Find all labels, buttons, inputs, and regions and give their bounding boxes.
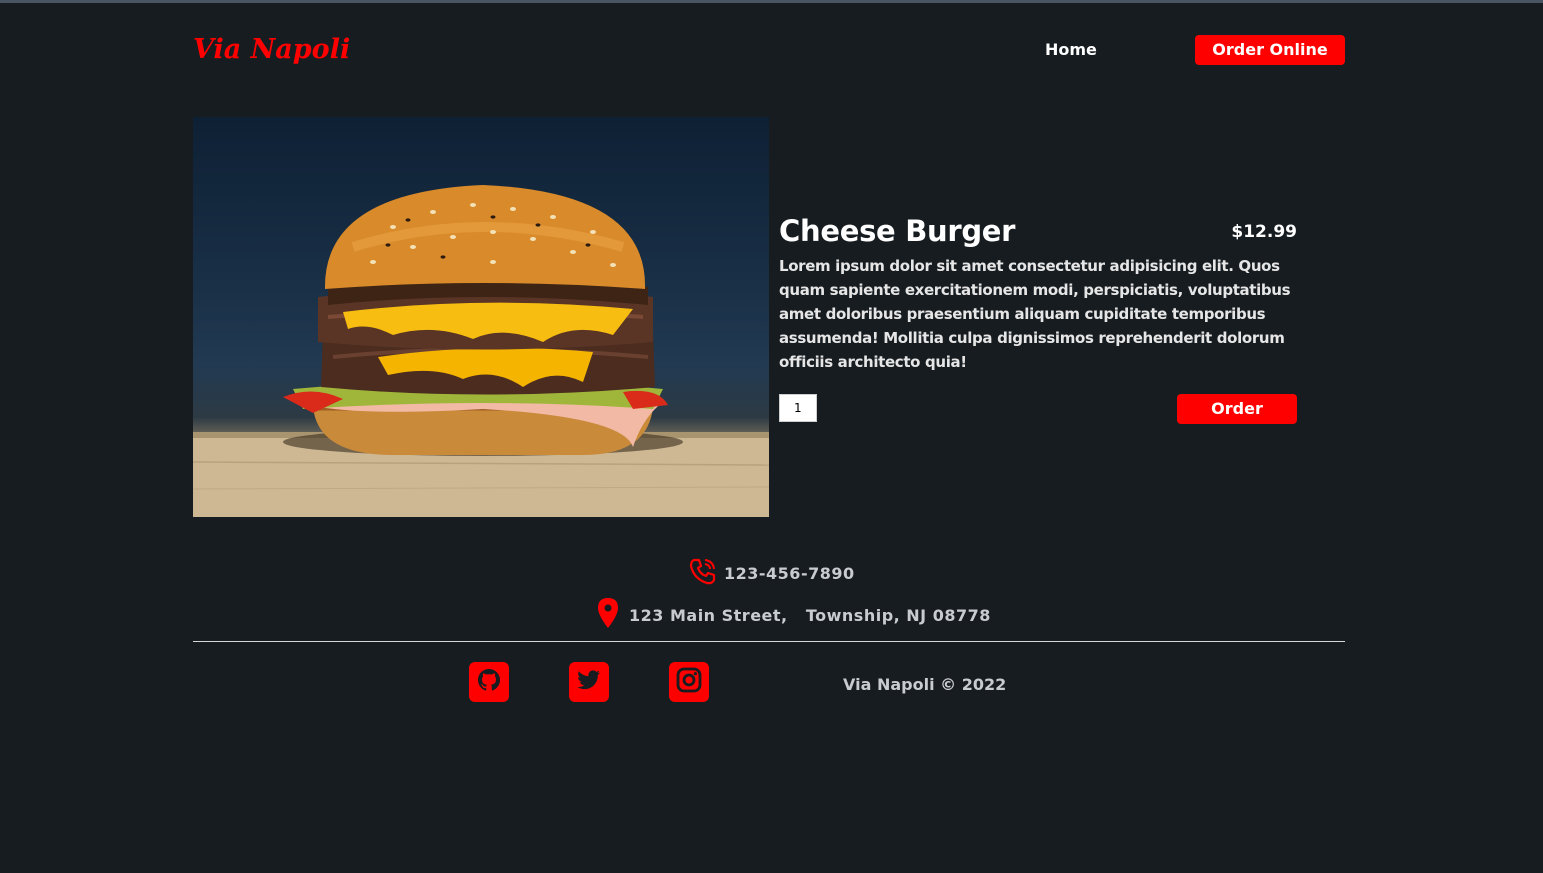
product-image	[193, 117, 769, 517]
location-pin-icon	[597, 597, 619, 634]
instagram-icon	[675, 666, 703, 699]
top-border	[0, 0, 1543, 3]
product-price: $12.99	[1231, 222, 1297, 242]
address-text: 123 Main Street, Township, NJ 08778	[629, 605, 991, 625]
site-header: Via Napoli Home Order Online	[193, 33, 1345, 67]
copyright-text: Via Napoli © 2022	[843, 675, 1007, 694]
product-description: Lorem ipsum dolor sit amet consectetur a…	[779, 257, 1291, 371]
site-logo[interactable]: Via Napoli	[193, 33, 350, 67]
order-online-button[interactable]: Order Online	[1195, 35, 1345, 65]
phone-icon	[688, 556, 718, 591]
github-link[interactable]	[469, 662, 509, 702]
contact-address: 123 Main Street, Township, NJ 08778	[597, 597, 991, 634]
instagram-link[interactable]	[669, 662, 709, 702]
github-icon	[476, 667, 502, 698]
quantity-input[interactable]	[779, 394, 817, 422]
phone-number: 123-456-7890	[724, 563, 855, 583]
footer-divider	[193, 641, 1345, 642]
nav-home-link[interactable]: Home	[1045, 33, 1097, 67]
twitter-link[interactable]	[569, 662, 609, 702]
product-name: Cheese Burger	[779, 214, 1016, 248]
contact-phone: 123-456-7890	[688, 557, 855, 589]
twitter-icon	[576, 668, 602, 697]
order-button[interactable]: Order	[1177, 394, 1297, 424]
